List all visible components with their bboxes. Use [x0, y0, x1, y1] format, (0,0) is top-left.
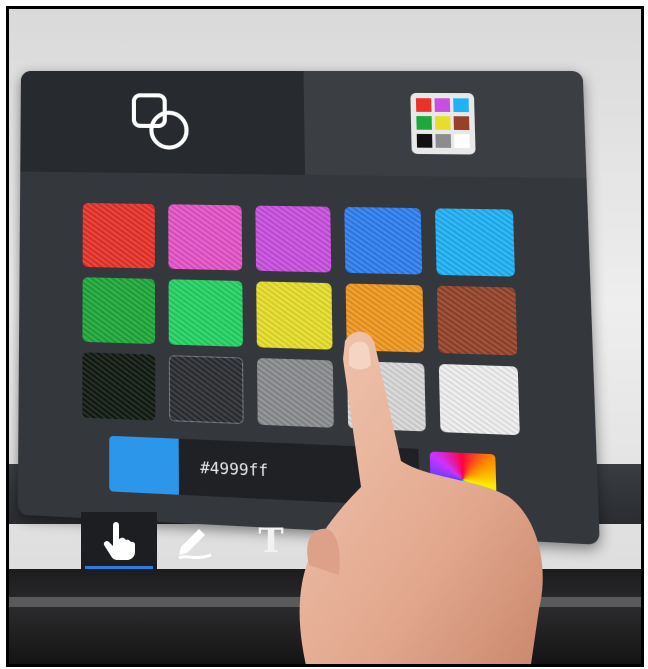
hex-color-input[interactable] [178, 438, 420, 507]
rainbow-spectrum-icon[interactable] [429, 451, 497, 508]
color-swatch[interactable] [345, 283, 425, 353]
color-swatch[interactable] [168, 279, 243, 347]
tool-eraser[interactable] [309, 512, 385, 570]
color-swatch[interactable] [344, 206, 423, 275]
color-swatch[interactable] [256, 281, 333, 350]
pen-icon [178, 529, 212, 560]
color-swatch[interactable] [256, 357, 334, 428]
color-swatch[interactable] [434, 208, 515, 277]
bezel-ridge [9, 597, 641, 607]
color-swatch[interactable] [255, 205, 332, 273]
color-swatch[interactable] [168, 204, 243, 271]
tab-shapes[interactable] [20, 71, 306, 175]
color-swatch[interactable] [438, 363, 520, 436]
color-swatch[interactable] [82, 277, 156, 345]
color-palette-icon [409, 92, 476, 155]
tool-select[interactable] [81, 512, 157, 570]
current-color-preview [109, 435, 179, 495]
color-swatch[interactable] [168, 355, 244, 425]
hand-pointer-icon [103, 522, 135, 560]
color-swatch[interactable] [82, 202, 155, 269]
tool-pen[interactable] [157, 512, 233, 570]
panel-tabs [20, 71, 587, 179]
color-picker-panel [17, 71, 600, 545]
tab-colors[interactable] [303, 71, 587, 179]
eraser-icon [331, 531, 363, 560]
photo-frame: T [6, 6, 644, 667]
text-icon: T [258, 521, 284, 561]
shapes-icon [127, 89, 193, 155]
display-bezel [9, 569, 641, 664]
tool-text[interactable]: T [233, 512, 309, 570]
color-swatch[interactable] [346, 360, 426, 432]
bottom-toolbar: T [81, 512, 401, 570]
color-swatch[interactable] [436, 285, 518, 356]
color-swatch[interactable] [82, 352, 156, 421]
